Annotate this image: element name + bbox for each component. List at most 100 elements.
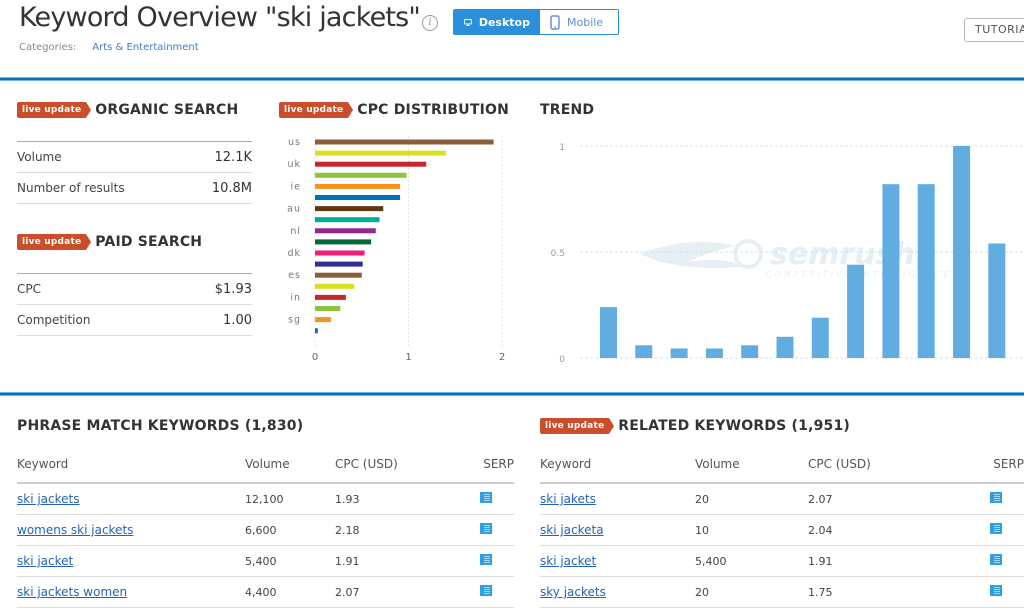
cpc-cell: 2.04 [808,523,833,537]
table-header: Keyword Volume CPC (USD) SERP [540,446,1024,484]
cpc-bar[interactable] [315,172,407,178]
live-update-badge: live update [17,234,92,250]
trend-bar[interactable] [600,307,617,358]
cpc-cell: 1.93 [335,492,360,506]
desktop-tab[interactable]: Desktop [454,10,540,34]
cpc-bar[interactable] [315,228,376,234]
trend-bar[interactable] [635,345,653,358]
related-keywords-title: live update RELATED KEYWORDS (1,951) [540,418,850,434]
organic-metrics: Volume 12.1K Number of results 10.8M [17,141,252,204]
cpc-bar[interactable] [315,195,401,200]
country-label: dk [287,248,301,259]
cpc-bar[interactable] [315,206,384,212]
cpc-cell: 2.07 [808,492,833,506]
keyword-link[interactable]: ski jackets women [17,585,127,599]
trend-title: TREND [540,102,595,118]
trend-bar[interactable] [776,336,794,358]
serp-icon[interactable] [990,492,1002,503]
trend-bar[interactable] [670,348,688,358]
table-row: ski jackets 12,100 1.93 [17,484,514,515]
trend-bar[interactable] [988,243,1006,358]
cpc-bar[interactable] [315,250,365,256]
monitor-icon [464,18,472,26]
y-tick-label: 0.5 [551,249,565,259]
column-header[interactable]: Keyword [17,457,245,471]
serp-icon[interactable] [480,492,492,503]
live-update-badge: live update [17,102,92,118]
country-label: uk [287,159,301,170]
cpc-bar[interactable] [315,150,446,156]
metric-row: CPC $1.93 [17,274,252,305]
volume-cell: 5,400 [695,554,727,568]
live-update-badge: live update [540,418,615,434]
trend-bar[interactable] [811,317,829,358]
volume-cell: 4,400 [245,585,277,599]
keyword-link[interactable]: ski jacketa [540,523,604,537]
cpc-cell: 2.18 [335,523,360,537]
column-header[interactable]: Keyword [540,457,695,471]
metric-label: CPC [17,282,41,296]
serp-icon[interactable] [480,523,492,534]
mobile-tab[interactable]: Mobile [540,10,618,34]
cpc-bar[interactable] [315,183,401,189]
country-label: sg [288,315,301,326]
serp-icon[interactable] [990,554,1002,565]
cpc-bar[interactable] [315,139,494,145]
mobile-label: Mobile [567,15,604,29]
keyword-link[interactable]: ski jacket [540,554,596,568]
category-link[interactable]: Arts & Entertainment [92,42,198,53]
volume-cell: 10 [695,523,709,537]
paid-title-text: PAID SEARCH [95,234,203,250]
serp-icon[interactable] [990,523,1002,534]
cpc-bar[interactable] [315,261,363,267]
cpc-bar[interactable] [315,217,380,223]
cpc-bar[interactable] [315,317,331,323]
paid-search-title: live update PAID SEARCH [17,234,202,250]
column-header[interactable]: CPC (USD) [335,457,445,471]
trend-bar[interactable] [741,345,759,358]
volume-cell: 12,100 [245,492,284,506]
cpc-bar[interactable] [315,306,341,311]
phone-icon [550,14,560,30]
cpc-bar[interactable] [315,272,362,278]
metric-row: Number of results 10.8M [17,173,252,204]
column-header[interactable]: CPC (USD) [808,457,958,471]
info-icon[interactable]: i [422,15,438,31]
cpc-distribution-title: live update CPC DISTRIBUTION [279,102,509,118]
trend-bar[interactable] [917,184,935,358]
trend-bar[interactable] [882,184,900,358]
table-row: ski jackets women 4,400 2.07 [17,577,514,608]
trend-bar[interactable] [953,146,970,358]
trend-bar[interactable] [847,264,865,358]
country-label: nl [290,226,301,237]
trend-bar[interactable] [705,348,723,358]
page-title: Keyword Overview "ski jackets" [19,2,421,33]
metric-row: Volume 12.1K [17,142,252,173]
keyword-link[interactable]: ski jacket [17,554,73,568]
country-label: in [290,292,301,303]
desktop-label: Desktop [478,15,530,29]
column-header[interactable]: Volume [695,457,808,471]
keyword-link[interactable]: ski jakets [540,492,596,506]
column-header[interactable]: SERP [445,457,514,471]
related-title-text: RELATED KEYWORDS (1,951) [618,418,851,434]
keyword-link[interactable]: ski jackets [17,492,80,506]
section-divider [0,77,1024,81]
cpc-bar[interactable] [315,328,318,334]
organic-search-title: live update ORGANIC SEARCH [17,102,238,118]
column-header[interactable]: SERP [958,457,1024,471]
cpc-bar[interactable] [315,161,427,167]
volume-cell: 20 [695,585,709,599]
tutorial-button[interactable]: TUTORIAL [964,18,1024,42]
country-label: us [288,137,301,148]
y-tick-label: 0 [559,355,565,365]
serp-icon[interactable] [990,585,1002,596]
column-header[interactable]: Volume [245,457,335,471]
keyword-link[interactable]: womens ski jackets [17,523,133,537]
cpc-bar[interactable] [315,239,372,245]
cpc-bar[interactable] [315,283,355,289]
serp-icon[interactable] [480,585,492,596]
cpc-bar[interactable] [315,294,346,300]
keyword-link[interactable]: sky jackets [540,585,606,599]
serp-icon[interactable] [480,554,492,565]
